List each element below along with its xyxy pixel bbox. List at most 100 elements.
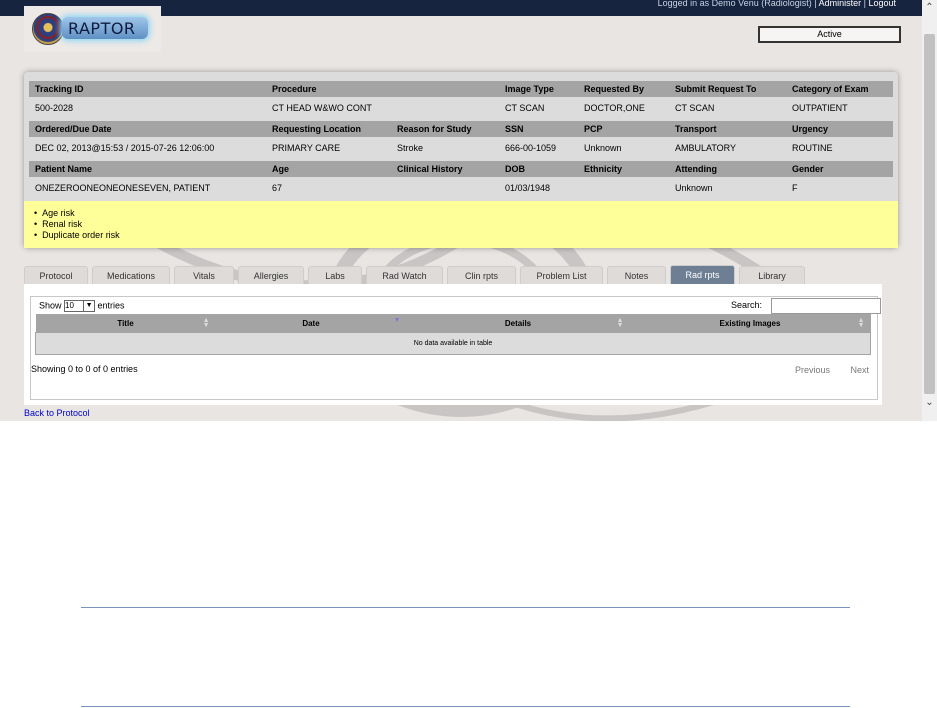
requesting-location-label: Requesting Location xyxy=(272,124,362,134)
clinical-history-label: Clinical History xyxy=(397,164,463,174)
requesting-location-value: PRIMARY CARE xyxy=(272,143,341,153)
column-header-label: Details xyxy=(504,318,532,328)
age-label: Age xyxy=(272,164,290,174)
app-logo-text: RAPTOR xyxy=(68,19,136,38)
logged-in-text: Logged in as Demo Venu (Radiologist) | xyxy=(657,0,817,8)
show-entries-control: Show 10 ▼ entries xyxy=(39,300,125,312)
ethnicity-label: Ethnicity xyxy=(584,164,623,174)
sort-desc-icon: ▼ xyxy=(393,317,401,324)
ordered-due-date-value: DEC 02, 2013@15:53 / 2015-07-26 12:06:00 xyxy=(35,143,215,153)
entries-select-value: 10 xyxy=(65,301,74,310)
show-label: Show xyxy=(39,300,62,311)
info-value-row-3: ONEZEROONEONEONESEVEN, PATIENT 67 01/03/… xyxy=(29,177,893,201)
next-button[interactable]: Next xyxy=(850,365,869,375)
column-header-details[interactable]: Details ▲ ▼ xyxy=(406,314,630,333)
status-field: Active xyxy=(758,26,901,43)
tab-vitals[interactable]: Vitals xyxy=(174,266,234,285)
column-header-label: Existing Images xyxy=(719,318,781,328)
reason-for-study-label: Reason for Study xyxy=(397,124,472,134)
sort-icon: ▲ ▼ xyxy=(202,317,210,329)
column-header-existing-images[interactable]: Existing Images ▲ ▼ xyxy=(629,314,871,333)
transport-value: AMBULATORY xyxy=(675,143,737,153)
risk-item: Renal risk xyxy=(34,219,898,230)
ssn-value: 666-00-1059 xyxy=(505,143,557,153)
table-info-text: Showing 0 to 0 of 0 entries xyxy=(31,364,138,374)
info-header-row-2: Ordered/Due Date Requesting Location Rea… xyxy=(29,121,893,137)
attending-value: Unknown xyxy=(675,183,713,193)
rad-reports-table-container: Show 10 ▼ entries Search: Title ▲ ▼ Date ▼ D… xyxy=(30,296,881,400)
search-input[interactable] xyxy=(771,298,881,314)
column-header-title[interactable]: Title ▲ ▼ xyxy=(35,314,216,333)
logout-link[interactable]: Logout xyxy=(868,0,896,8)
scrollbar-thumb[interactable] xyxy=(924,34,935,394)
tab-allergies[interactable]: Allergies xyxy=(238,266,304,285)
gender-label: Gender xyxy=(792,164,824,174)
tab-medications[interactable]: Medications xyxy=(92,266,170,285)
dob-label: DOB xyxy=(505,164,525,174)
empty-table-message: No data available in table xyxy=(35,332,871,355)
image-type-value: CT SCAN xyxy=(505,103,545,113)
tab-clin-rpts[interactable]: Clin rpts xyxy=(447,266,516,285)
pagination: Previous Next xyxy=(777,365,869,375)
search-label: Search: xyxy=(731,300,763,310)
va-seal-icon xyxy=(32,13,64,45)
patient-name-value: ONEZEROONEONEONESEVEN, PATIENT xyxy=(35,183,211,193)
divider-line xyxy=(81,706,850,707)
transport-label: Transport xyxy=(675,124,717,134)
info-value-row-1: 500-2028 CT HEAD W&WO CONT CT SCAN DOCTO… xyxy=(29,97,893,121)
entries-per-page-select[interactable]: 10 ▼ xyxy=(64,300,96,312)
ssn-label: SSN xyxy=(505,124,524,134)
administer-link[interactable]: Administer xyxy=(819,0,862,8)
info-value-row-2: DEC 02, 2013@15:53 / 2015-07-26 12:06:00… xyxy=(29,137,893,161)
urgency-label: Urgency xyxy=(792,124,829,134)
tab-labs[interactable]: Labs xyxy=(308,266,362,285)
submit-request-to-value: CT SCAN xyxy=(675,103,715,113)
attending-label: Attending xyxy=(675,164,717,174)
urgency-value: ROUTINE xyxy=(792,143,833,153)
link-separator: | xyxy=(863,0,866,8)
submit-request-to-label: Submit Request To xyxy=(675,84,757,94)
tab-problem-list[interactable]: Problem List xyxy=(520,266,603,285)
scroll-up-icon[interactable]: ⌃ xyxy=(922,0,937,16)
sort-icon: ▲ ▼ xyxy=(857,317,865,329)
scroll-down-icon[interactable]: ⌄ xyxy=(922,395,937,411)
table-header-row: Title ▲ ▼ Date ▼ Details ▲ ▼ Existing Images ▲… xyxy=(35,314,871,333)
risk-item: Age risk xyxy=(34,208,898,219)
previous-button[interactable]: Previous xyxy=(795,365,830,375)
tab-notes[interactable]: Notes xyxy=(607,266,666,285)
procedure-label: Procedure xyxy=(272,84,317,94)
image-type-label: Image Type xyxy=(505,84,554,94)
patient-name-label: Patient Name xyxy=(35,164,93,174)
category-of-exam-value: OUTPATIENT xyxy=(792,103,848,113)
category-of-exam-label: Category of Exam xyxy=(792,84,869,94)
tab-content-panel: Show 10 ▼ entries Search: Title ▲ ▼ Date ▼ D… xyxy=(24,284,882,405)
age-value: 67 xyxy=(272,183,283,193)
chevron-down-icon: ▼ xyxy=(83,301,94,311)
dob-value: 01/03/1948 xyxy=(505,183,551,193)
info-header-row-3: Patient Name Age Clinical History DOB Et… xyxy=(29,161,893,177)
entries-label: entries xyxy=(97,300,125,311)
tracking-id-label: Tracking ID xyxy=(35,84,84,94)
vertical-scrollbar[interactable]: ⌃ ⌄ xyxy=(922,0,937,421)
tab-bar: Protocol Medications Vitals Allergies La… xyxy=(24,265,882,286)
tab-rad-watch[interactable]: Rad Watch xyxy=(366,266,443,285)
tab-library[interactable]: Library xyxy=(739,266,805,285)
tracking-id-value: 500-2028 xyxy=(35,103,74,113)
info-header-row-1: Tracking ID Procedure Image Type Request… xyxy=(29,81,893,97)
procedure-value: CT HEAD W&WO CONT xyxy=(272,103,372,113)
column-header-label: Date xyxy=(302,318,320,328)
ordered-due-date-label: Ordered/Due Date xyxy=(35,124,112,134)
tab-protocol[interactable]: Protocol xyxy=(24,266,88,285)
risk-item: Duplicate order risk xyxy=(34,230,898,241)
logo-panel: RAPTOR xyxy=(24,6,161,52)
gender-value: F xyxy=(792,183,798,193)
back-to-protocol-link[interactable]: Back to Protocol xyxy=(24,408,90,418)
user-links: Logged in as Demo Venu (Radiologist) | A… xyxy=(658,0,896,8)
sort-icon: ▲ ▼ xyxy=(616,317,624,329)
divider-line xyxy=(81,607,850,608)
column-header-date[interactable]: Date ▼ xyxy=(215,314,407,333)
pcp-value: Unknown xyxy=(584,143,622,153)
requested-by-value: DOCTOR,ONE xyxy=(584,103,645,113)
app-window: Logged in as Demo Venu (Radiologist) | A… xyxy=(0,0,922,421)
tab-rad-rpts[interactable]: Rad rpts xyxy=(670,265,735,284)
